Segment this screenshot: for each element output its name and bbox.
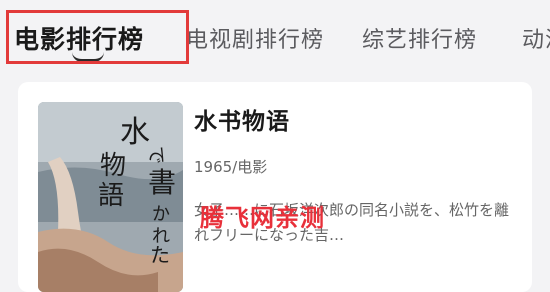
poster-artwork: 水 で 書 か れ た 物 語 [38,102,183,292]
svg-text:書: 書 [148,166,176,199]
tab-anime-ranking[interactable]: 动漫 [522,22,550,54]
tab-variety-ranking[interactable]: 综艺排行榜 [362,22,477,54]
movie-title[interactable]: 水书物语 [194,102,290,136]
movie-card[interactable]: 水 で 書 か れ た 物 語 水书物语 1965/电影 女子……に石坂洋次郎の… [18,82,532,292]
movie-year-type: 1965/电影 [194,158,268,176]
svg-text:水: 水 [120,115,150,150]
movie-poster[interactable]: 水 で 書 か れ た 物 語 [38,102,183,292]
watermark-text: 腾飞网亲测 [200,204,325,232]
svg-text:語: 語 [98,181,124,211]
svg-text:か: か [152,204,170,225]
svg-text:で: で [145,146,166,164]
category-tab-bar: 电影排行榜 电视剧排行榜 综艺排行榜 动漫 [0,0,550,78]
tab-tv-ranking[interactable]: 电视剧排行榜 [186,22,324,54]
svg-text:物: 物 [100,151,126,181]
svg-text:た: た [150,243,170,267]
highlight-annotation-box [6,10,189,64]
